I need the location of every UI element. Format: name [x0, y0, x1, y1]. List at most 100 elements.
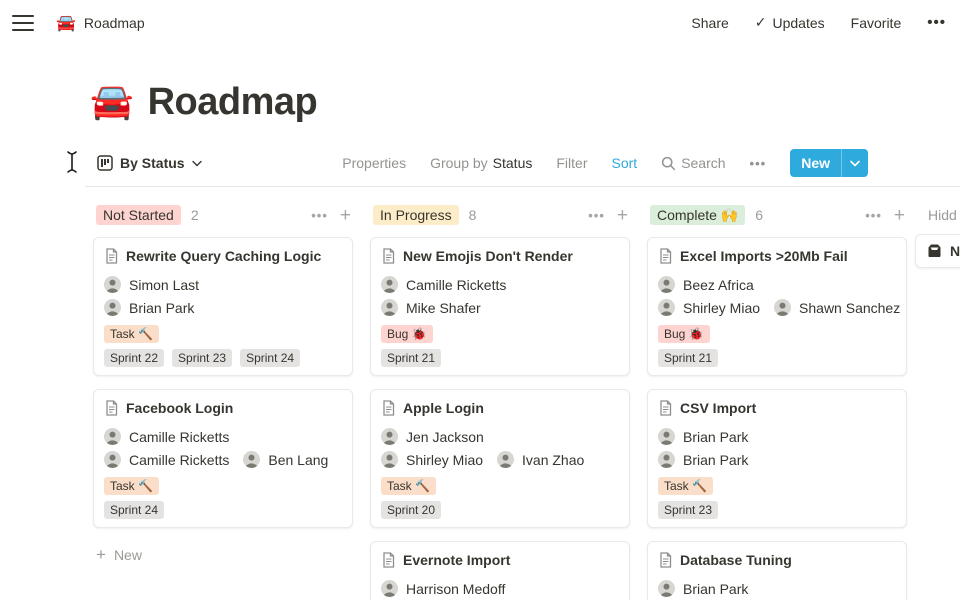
share-button[interactable]: Share — [691, 15, 728, 31]
group-more-icon[interactable]: ••• — [588, 208, 605, 223]
board-card[interactable]: New Emojis Don't Render Camille Ricketts… — [370, 237, 630, 376]
page-icon — [383, 400, 395, 416]
board-card[interactable]: Rewrite Query Caching Logic Simon Last Br… — [93, 237, 353, 376]
card-body: Brian Park — [658, 577, 896, 600]
avatar — [658, 580, 675, 597]
card-body: Brian Park Brian Park Task 🔨 Sprint 23 — [658, 425, 896, 519]
more-options-icon[interactable]: ••• — [927, 14, 946, 31]
page-title[interactable]: Roadmap — [148, 78, 318, 126]
check-icon: ✓ — [754, 14, 767, 30]
card-title-text: Facebook Login — [126, 400, 234, 416]
hidden-columns-toggle[interactable]: Hidd — [924, 203, 960, 227]
board-view-icon — [97, 155, 113, 171]
board-card[interactable]: Evernote Import Harrison Medoff — [370, 541, 630, 600]
view-switcher[interactable]: By Status — [97, 155, 202, 171]
avatar — [497, 451, 515, 468]
sprint-tag-badge: Sprint 23 — [658, 501, 719, 519]
board-card[interactable]: CSV Import Brian Park Brian Park Task 🔨 Spr… — [647, 389, 907, 528]
text-cursor-icon — [66, 150, 78, 174]
sprint-tag-badge: Sprint 23 — [172, 349, 233, 367]
person-name: Harrison Medoff — [406, 580, 506, 597]
sprint-tag-badge: Sprint 22 — [104, 349, 165, 367]
view-name: By Status — [120, 155, 185, 171]
person-row: Brian Park — [658, 448, 896, 471]
group-by-button[interactable]: Group by Status — [430, 155, 532, 171]
sort-button[interactable]: Sort — [612, 155, 638, 171]
view-toolbar: By Status Properties Group by Status Fil… — [85, 149, 960, 187]
card-list: Excel Imports >20Mb Fail Beez Africa Shir… — [647, 237, 907, 600]
person-name: Ivan Zhao — [522, 451, 585, 468]
person-name: Simon Last — [129, 276, 200, 293]
avatar — [104, 451, 121, 468]
avatar — [658, 299, 675, 316]
group-badge[interactable]: Complete 🙌 — [650, 205, 746, 225]
hamburger-menu-icon[interactable] — [12, 14, 34, 31]
board-column: Complete 🙌 6 ••• + Excel Imports >20Mb F… — [647, 203, 907, 600]
card-title-text: Apple Login — [403, 400, 484, 416]
board-card[interactable]: Excel Imports >20Mb Fail Beez Africa Shir… — [647, 237, 907, 376]
card-title-text: Evernote Import — [403, 552, 511, 568]
favorite-button[interactable]: Favorite — [851, 15, 902, 31]
updates-label: Updates — [772, 14, 825, 31]
avatar — [381, 276, 398, 293]
card-body: Harrison Medoff — [381, 577, 619, 600]
page-icon — [106, 400, 118, 416]
search-label: Search — [681, 155, 726, 171]
group-add-icon[interactable]: + — [894, 206, 905, 225]
search-icon — [662, 156, 676, 170]
avatar — [658, 451, 675, 468]
card-body: Beez Africa Shirley Miao Shawn Sanchez Bug … — [658, 273, 900, 367]
sprint-tag-badge: Sprint 21 — [658, 349, 719, 367]
board-card[interactable]: Facebook Login Camille Ricketts Camille R… — [93, 389, 353, 528]
group-more-icon[interactable]: ••• — [865, 208, 882, 223]
group-badge[interactable]: Not Started — [96, 205, 181, 225]
sprint-tag-badge: Sprint 24 — [104, 501, 165, 519]
properties-button[interactable]: Properties — [342, 155, 406, 171]
group-count: 6 — [755, 207, 764, 223]
person-row: Harrison Medoff — [381, 577, 619, 600]
page-icon — [383, 552, 395, 568]
type-tag-badge: Task 🔨 — [104, 477, 159, 495]
page-car-emoji-icon: 🚘 — [90, 82, 134, 121]
avatar — [104, 299, 121, 316]
search-button[interactable]: Search — [661, 155, 726, 171]
top-bar: 🚘 Roadmap Share ✓ Updates Favorite ••• — [0, 0, 960, 45]
avatar — [774, 299, 792, 316]
hidden-group-label: N — [950, 243, 960, 259]
card-title-text: CSV Import — [680, 400, 757, 416]
person-name: Brian Park — [683, 451, 749, 468]
hidden-group-card[interactable]: N — [915, 234, 960, 268]
board-card[interactable]: Apple Login Jen Jackson Shirley Miao Ivan … — [370, 389, 630, 528]
new-button[interactable]: New — [790, 149, 868, 177]
add-card-button[interactable]: + New — [93, 541, 353, 569]
page-icon — [106, 248, 118, 264]
group-badge[interactable]: In Progress — [373, 205, 459, 225]
person-name: Beez Africa — [683, 276, 754, 293]
new-chevron-down-icon[interactable] — [842, 149, 868, 177]
person-name: Brian Park — [683, 428, 749, 445]
car-emoji-icon: 🚘 — [56, 14, 76, 32]
group-more-icon[interactable]: ••• — [311, 208, 328, 223]
person-row: Jen Jackson — [381, 425, 619, 448]
plus-icon: + — [96, 545, 106, 564]
sprint-tag-badge: Sprint 20 — [381, 501, 442, 519]
avatar — [658, 276, 675, 293]
breadcrumb[interactable]: 🚘 Roadmap — [56, 13, 145, 33]
filter-button[interactable]: Filter — [556, 155, 587, 171]
group-add-icon[interactable]: + — [340, 206, 351, 225]
updates-button[interactable]: ✓ Updates — [755, 14, 825, 31]
group-add-icon[interactable]: + — [617, 206, 628, 225]
person-name: Shirley Miao — [406, 451, 484, 468]
avatar — [381, 580, 398, 597]
chevron-down-icon — [191, 160, 202, 166]
add-card-label: New — [113, 547, 142, 563]
board-card[interactable]: Database Tuning Brian Park — [647, 541, 907, 600]
avatar — [381, 451, 398, 468]
page-icon — [383, 248, 395, 264]
toolbar-more-icon[interactable]: ••• — [750, 156, 767, 171]
board-column: In Progress 8 ••• + New Emojis Don't Ren… — [370, 203, 630, 600]
page-icon — [660, 248, 672, 264]
avatar — [381, 428, 398, 445]
person-name: Brian Park — [129, 299, 195, 316]
kanban-board: Not Started 2 ••• + Rewrite Query Cachin… — [93, 187, 960, 600]
